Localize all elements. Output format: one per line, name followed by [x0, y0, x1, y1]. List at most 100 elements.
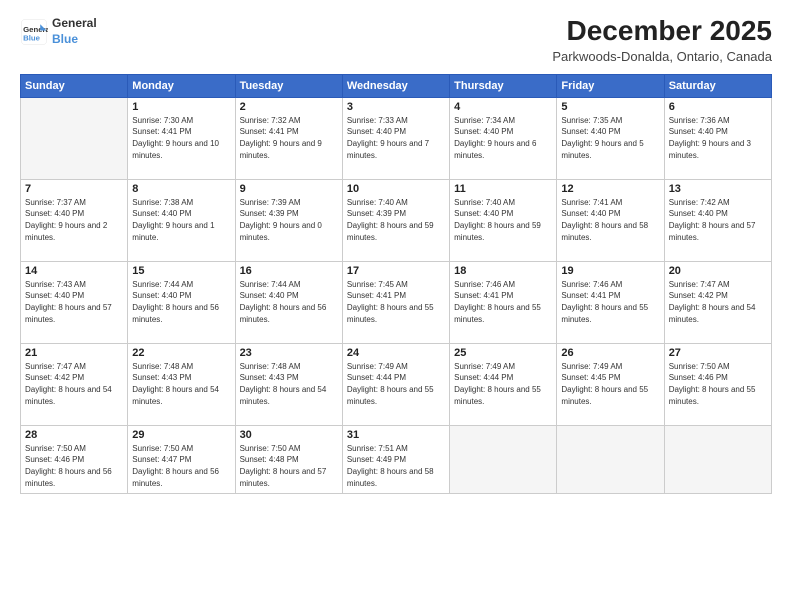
daylight-label: Daylight: 8 hours and 57 minutes. — [669, 221, 756, 242]
sunrise-label: Sunrise: 7:37 AM — [25, 198, 86, 207]
calendar-cell: 4Sunrise: 7:34 AMSunset: 4:40 PMDaylight… — [450, 97, 557, 179]
sunrise-label: Sunrise: 7:32 AM — [240, 116, 301, 125]
daylight-label: Daylight: 8 hours and 54 minutes. — [132, 385, 219, 406]
weekday-header-friday: Friday — [557, 74, 664, 97]
sunrise-label: Sunrise: 7:34 AM — [454, 116, 515, 125]
week-row-1: 1 Sunrise: 7:30 AMSunset: 4:41 PMDaylight… — [21, 97, 772, 179]
day-info: Sunrise: 7:36 AMSunset: 4:40 PMDaylight:… — [669, 115, 767, 161]
sunset-label: Sunset: 4:46 PM — [669, 373, 728, 382]
calendar-cell: 10Sunrise: 7:40 AMSunset: 4:39 PMDayligh… — [342, 179, 449, 261]
sunrise-label: Sunrise: 7:38 AM — [132, 198, 193, 207]
sunrise-label: Sunrise: 7:50 AM — [25, 444, 86, 453]
sunrise-label: Sunrise: 7:30 AM — [132, 116, 193, 125]
calendar-cell — [557, 425, 664, 493]
sunrise-label: Sunrise: 7:46 AM — [561, 280, 622, 289]
day-info: Sunrise: 7:50 AMSunset: 4:48 PMDaylight:… — [240, 443, 338, 489]
sunrise-label: Sunrise: 7:50 AM — [132, 444, 193, 453]
day-number: 22 — [132, 347, 230, 359]
month-title: December 2025 — [552, 16, 772, 47]
day-info: Sunrise: 7:37 AMSunset: 4:40 PMDaylight:… — [25, 197, 123, 243]
sunset-label: Sunset: 4:40 PM — [347, 127, 406, 136]
daylight-label: Daylight: 8 hours and 55 minutes. — [347, 385, 434, 406]
day-info: Sunrise: 7:41 AMSunset: 4:40 PMDaylight:… — [561, 197, 659, 243]
calendar-cell: 1 Sunrise: 7:30 AMSunset: 4:41 PMDaylight… — [128, 97, 235, 179]
day-info: Sunrise: 7:35 AMSunset: 4:40 PMDaylight:… — [561, 115, 659, 161]
week-row-2: 7Sunrise: 7:37 AMSunset: 4:40 PMDaylight… — [21, 179, 772, 261]
day-number: 2 — [240, 101, 338, 113]
day-number: 8 — [132, 183, 230, 195]
header: General Blue General Blue December 2025 … — [20, 16, 772, 64]
daylight-label: Daylight: 8 hours and 55 minutes. — [669, 385, 756, 406]
sunset-label: Sunset: 4:47 PM — [132, 455, 191, 464]
sunrise-label: Sunrise: 7:51 AM — [347, 444, 408, 453]
day-number: 21 — [25, 347, 123, 359]
sunrise-label: Sunrise: 7:41 AM — [561, 198, 622, 207]
sunset-label: Sunset: 4:40 PM — [132, 291, 191, 300]
calendar-cell: 12Sunrise: 7:41 AMSunset: 4:40 PMDayligh… — [557, 179, 664, 261]
day-info: Sunrise: 7:47 AMSunset: 4:42 PMDaylight:… — [25, 361, 123, 407]
daylight-label: Daylight: 8 hours and 55 minutes. — [454, 385, 541, 406]
daylight-label: Daylight: 8 hours and 54 minutes. — [240, 385, 327, 406]
calendar-cell: 11Sunrise: 7:40 AMSunset: 4:40 PMDayligh… — [450, 179, 557, 261]
sunset-label: Sunset: 4:40 PM — [669, 127, 728, 136]
day-number: 20 — [669, 265, 767, 277]
day-number: 10 — [347, 183, 445, 195]
sunrise-label: Sunrise: 7:50 AM — [240, 444, 301, 453]
daylight-label: Daylight: 8 hours and 56 minutes. — [25, 467, 112, 488]
day-info: Sunrise: 7:39 AMSunset: 4:39 PMDaylight:… — [240, 197, 338, 243]
sunrise-label: Sunrise: 7:44 AM — [240, 280, 301, 289]
svg-text:Blue: Blue — [23, 33, 41, 42]
day-info: Sunrise: 7:30 AMSunset: 4:41 PMDaylight:… — [132, 115, 230, 161]
sunrise-label: Sunrise: 7:35 AM — [561, 116, 622, 125]
daylight-label: Daylight: 8 hours and 55 minutes. — [561, 303, 648, 324]
sunset-label: Sunset: 4:39 PM — [240, 209, 299, 218]
page: General Blue General Blue December 2025 … — [0, 0, 792, 612]
sunset-label: Sunset: 4:40 PM — [454, 127, 513, 136]
calendar-cell: 28Sunrise: 7:50 AMSunset: 4:46 PMDayligh… — [21, 425, 128, 493]
daylight-label: Daylight: 9 hours and 1 minute. — [132, 221, 214, 242]
weekday-header-saturday: Saturday — [664, 74, 771, 97]
sunrise-label: Sunrise: 7:47 AM — [669, 280, 730, 289]
sunrise-label: Sunrise: 7:46 AM — [454, 280, 515, 289]
sunset-label: Sunset: 4:43 PM — [240, 373, 299, 382]
calendar-cell — [21, 97, 128, 179]
day-number: 15 — [132, 265, 230, 277]
sunrise-label: Sunrise: 7:40 AM — [347, 198, 408, 207]
weekday-header-row: SundayMondayTuesdayWednesdayThursdayFrid… — [21, 74, 772, 97]
day-info: Sunrise: 7:42 AMSunset: 4:40 PMDaylight:… — [669, 197, 767, 243]
sunset-label: Sunset: 4:43 PM — [132, 373, 191, 382]
day-number: 24 — [347, 347, 445, 359]
calendar-cell: 26Sunrise: 7:49 AMSunset: 4:45 PMDayligh… — [557, 343, 664, 425]
sunset-label: Sunset: 4:42 PM — [25, 373, 84, 382]
sunset-label: Sunset: 4:40 PM — [669, 209, 728, 218]
sunrise-label: Sunrise: 7:48 AM — [132, 362, 193, 371]
day-number: 26 — [561, 347, 659, 359]
day-number: 5 — [561, 101, 659, 113]
sunset-label: Sunset: 4:44 PM — [347, 373, 406, 382]
day-number: 1 — [132, 101, 230, 113]
calendar-cell: 15Sunrise: 7:44 AMSunset: 4:40 PMDayligh… — [128, 261, 235, 343]
sunset-label: Sunset: 4:42 PM — [669, 291, 728, 300]
sunset-label: Sunset: 4:40 PM — [240, 291, 299, 300]
sunrise-label: Sunrise: 7:45 AM — [347, 280, 408, 289]
calendar-cell: 19Sunrise: 7:46 AMSunset: 4:41 PMDayligh… — [557, 261, 664, 343]
sunset-label: Sunset: 4:41 PM — [454, 291, 513, 300]
sunset-label: Sunset: 4:49 PM — [347, 455, 406, 464]
daylight-label: Daylight: 8 hours and 54 minutes. — [669, 303, 756, 324]
daylight-label: Daylight: 8 hours and 54 minutes. — [25, 385, 112, 406]
calendar-cell: 23Sunrise: 7:48 AMSunset: 4:43 PMDayligh… — [235, 343, 342, 425]
sunrise-label: Sunrise: 7:33 AM — [347, 116, 408, 125]
day-info: Sunrise: 7:40 AMSunset: 4:40 PMDaylight:… — [454, 197, 552, 243]
sunrise-label: Sunrise: 7:43 AM — [25, 280, 86, 289]
day-info: Sunrise: 7:50 AMSunset: 4:46 PMDaylight:… — [25, 443, 123, 489]
calendar-cell: 2Sunrise: 7:32 AMSunset: 4:41 PMDaylight… — [235, 97, 342, 179]
week-row-5: 28Sunrise: 7:50 AMSunset: 4:46 PMDayligh… — [21, 425, 772, 493]
calendar-cell: 31Sunrise: 7:51 AMSunset: 4:49 PMDayligh… — [342, 425, 449, 493]
daylight-label: Daylight: 9 hours and 0 minutes. — [240, 221, 322, 242]
day-number: 13 — [669, 183, 767, 195]
calendar-cell: 18Sunrise: 7:46 AMSunset: 4:41 PMDayligh… — [450, 261, 557, 343]
day-info: Sunrise: 7:38 AMSunset: 4:40 PMDaylight:… — [132, 197, 230, 243]
sunset-label: Sunset: 4:41 PM — [561, 291, 620, 300]
daylight-label: Daylight: 8 hours and 58 minutes. — [347, 467, 434, 488]
sunrise-label: Sunrise: 7:49 AM — [561, 362, 622, 371]
